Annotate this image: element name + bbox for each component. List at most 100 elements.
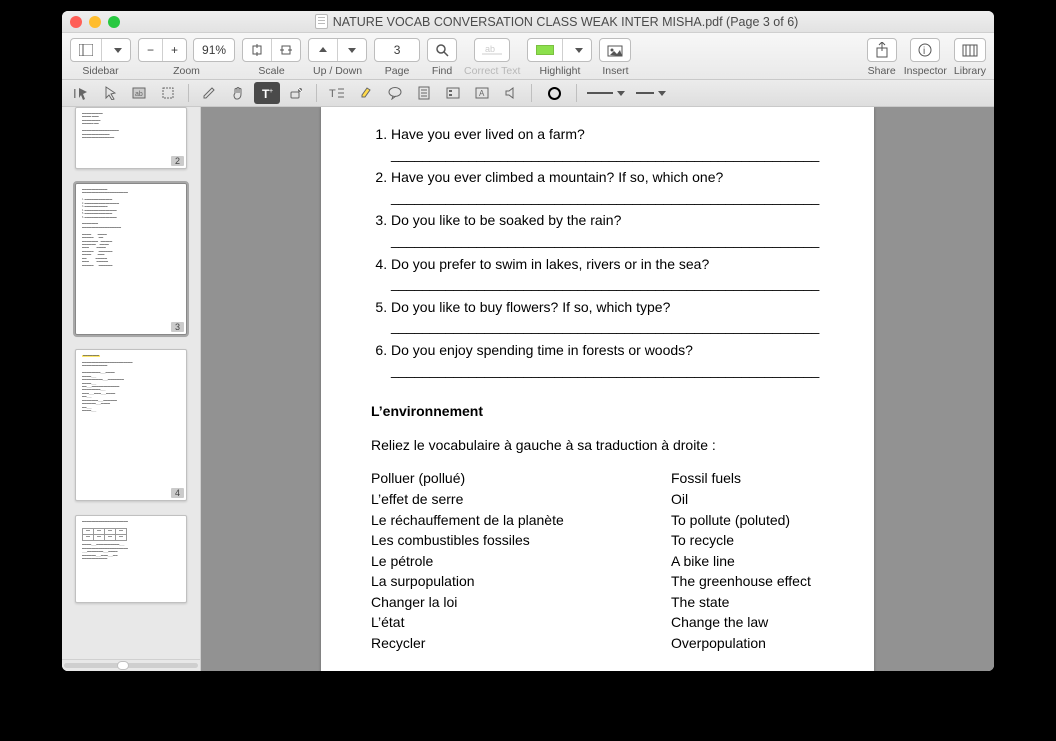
crop-tool[interactable]: [155, 82, 181, 104]
sidebar-scrollbar[interactable]: [62, 659, 200, 671]
inspector-button[interactable]: i: [910, 38, 940, 62]
zoom-in-button[interactable]: +: [163, 39, 186, 61]
chevron-down-icon: [658, 91, 666, 96]
share-button[interactable]: [867, 38, 897, 62]
question-text: Do you prefer to swim in lakes, rivers o…: [391, 256, 709, 272]
note-tool[interactable]: [411, 82, 437, 104]
library-button[interactable]: [954, 38, 986, 62]
question-text: Have you ever climbed a mountain? If so,…: [391, 169, 723, 185]
line-style-tool[interactable]: [584, 82, 628, 104]
line-end-tool[interactable]: [631, 82, 671, 104]
updown-label: Up / Down: [313, 65, 362, 77]
svg-text:+: +: [269, 88, 273, 95]
question-text: Do you enjoy spending time in forests or…: [391, 342, 693, 358]
vocab-item: Les combustibles fossiles: [371, 531, 611, 551]
sidebar-label: Sidebar: [82, 65, 118, 77]
hand-tool[interactable]: [225, 82, 251, 104]
sidebar-button[interactable]: [70, 38, 131, 62]
svg-text:i: i: [923, 46, 925, 57]
svg-text:ab: ab: [485, 44, 495, 54]
page-field[interactable]: 3: [374, 38, 420, 62]
form-tool[interactable]: [440, 82, 466, 104]
insert-button[interactable]: [599, 38, 631, 62]
eraser-tool[interactable]: [283, 82, 309, 104]
document-viewport[interactable]: Have you ever lived on a farm? __________…: [201, 107, 994, 671]
fullscreen-icon[interactable]: [108, 16, 120, 28]
share-label: Share: [868, 65, 896, 77]
svg-text:A: A: [479, 89, 485, 98]
updown-buttons[interactable]: [308, 38, 367, 62]
zoom-label: Zoom: [173, 65, 200, 77]
zoom-out-button[interactable]: −: [139, 39, 163, 61]
link-tool[interactable]: A: [469, 82, 495, 104]
pencil-tool[interactable]: [196, 82, 222, 104]
toolbar-annotation: I ab T+ T A: [62, 80, 994, 107]
window: NATURE VOCAB CONVERSATION CLASS WEAK INT…: [62, 11, 994, 671]
vocab-item: Polluer (pollué): [371, 469, 611, 489]
highlighter-tool[interactable]: [353, 82, 379, 104]
vocab-left: Polluer (pollué) L’effet de serre Le réc…: [371, 469, 611, 653]
thumbnail-page-3[interactable]: ▬▬▬▬▬▬▬▬▬▬▬▬▬▬▬▬▬▬▬▬▬▬▬▬▬▬▬▬▬▬▬1. ▬▬▬▬▬▬…: [75, 183, 187, 335]
page-down-button[interactable]: [338, 39, 366, 61]
window-title: NATURE VOCAB CONVERSATION CLASS WEAK INT…: [127, 14, 986, 29]
sound-tool[interactable]: [498, 82, 524, 104]
area-select-tool[interactable]: ab: [126, 82, 152, 104]
highlight-button[interactable]: [527, 38, 592, 62]
chevron-down-icon: [575, 48, 583, 53]
chevron-down-icon: [114, 48, 122, 53]
answer-line: ________________________________________…: [391, 274, 836, 294]
scale-buttons[interactable]: [242, 38, 301, 62]
vocab-item: To recycle: [671, 531, 811, 551]
titlebar[interactable]: NATURE VOCAB CONVERSATION CLASS WEAK INT…: [62, 11, 994, 33]
answer-line: ________________________________________…: [391, 361, 836, 381]
vocab-item: Changer la loi: [371, 593, 611, 613]
vocab-item: Change the law: [671, 613, 811, 633]
thumbnail-page-4[interactable]: ▬▬▬▬▬▬▬▬▬▬▬▬▬▬▬▬▬▬▬▬▬▬▬▬▬▬▬▬▬▬▬▬▬▬▬▬▬▬▬▬…: [75, 349, 187, 501]
question-text: Do you like to buy flowers? If so, which…: [391, 299, 670, 315]
svg-text:ab: ab: [135, 91, 143, 98]
arrow-tool[interactable]: [97, 82, 123, 104]
vocab-item: To pollute (poluted): [671, 511, 811, 531]
inspector-label: Inspector: [904, 65, 947, 77]
find-label: Find: [432, 65, 452, 77]
answer-line: ________________________________________…: [391, 188, 836, 208]
thumbnail-page-5[interactable]: ▬▬▬▬▬▬▬▬▬▬▬▬▬▬▬▬▬▬▬▬▬▬▬▬▬▬▬▬▬▬▬▬▬▬▬▬▬▬▬▬…: [75, 515, 187, 603]
zoom-field[interactable]: 91%: [193, 38, 235, 62]
page-label: Page: [385, 65, 410, 77]
page-3: Have you ever lived on a farm? __________…: [321, 107, 874, 671]
close-icon[interactable]: [70, 16, 82, 28]
thumb-page-number: 3: [171, 322, 184, 332]
scale-label: Scale: [258, 65, 284, 77]
thumbnail-page-2[interactable]: ▬▬▬▬▬▬▬▬▬▬▬▬▬ ▬▬▬▬▬▬▬▬▬▬▬▬▬▬▬▬ ▬▬▬▬▬▬▬▬▬…: [75, 107, 187, 169]
question-text: Have you ever lived on a farm?: [391, 126, 585, 142]
vocab-item: Oil: [671, 490, 811, 510]
text-tool[interactable]: T+: [254, 82, 280, 104]
text-select-tool[interactable]: I: [68, 82, 94, 104]
document-icon: [315, 14, 328, 29]
svg-text:T: T: [329, 88, 336, 100]
shape-tool[interactable]: [539, 82, 569, 104]
answer-line: ________________________________________…: [391, 231, 836, 251]
chevron-down-icon: [617, 91, 625, 96]
library-label: Library: [954, 65, 986, 77]
vocab-item: Le pétrole: [371, 552, 611, 572]
question-text: Do you like to be soaked by the rain?: [391, 212, 621, 228]
correct-label: Correct Text: [464, 65, 520, 77]
content-area: ▬▬▬▬▬▬▬▬▬▬▬▬▬ ▬▬▬▬▬▬▬▬▬▬▬▬▬▬▬▬ ▬▬▬▬▬▬▬▬▬…: [62, 107, 994, 671]
text-style-tool[interactable]: T: [324, 82, 350, 104]
zoom-buttons[interactable]: −+: [138, 38, 187, 62]
instructions: Reliez le vocabulaire à gauche à sa trad…: [371, 436, 836, 456]
find-button[interactable]: [427, 38, 457, 62]
comment-tool[interactable]: [382, 82, 408, 104]
thumbnail-sidebar[interactable]: ▬▬▬▬▬▬▬▬▬▬▬▬▬ ▬▬▬▬▬▬▬▬▬▬▬▬▬▬▬▬ ▬▬▬▬▬▬▬▬▬…: [62, 107, 201, 671]
vocab-item: Le réchauffement de la planète: [371, 511, 611, 531]
vocab-item: The greenhouse effect: [671, 572, 811, 592]
page-up-button[interactable]: [309, 39, 338, 61]
vocab-item: Fossil fuels: [671, 469, 811, 489]
title-text: NATURE VOCAB CONVERSATION CLASS WEAK INT…: [333, 15, 799, 29]
vocab-columns: Polluer (pollué) L’effet de serre Le réc…: [371, 469, 836, 653]
vocab-item: A bike line: [671, 552, 811, 572]
minimize-icon[interactable]: [89, 16, 101, 28]
svg-text:I: I: [73, 86, 77, 100]
highlight-label: Highlight: [540, 65, 581, 77]
